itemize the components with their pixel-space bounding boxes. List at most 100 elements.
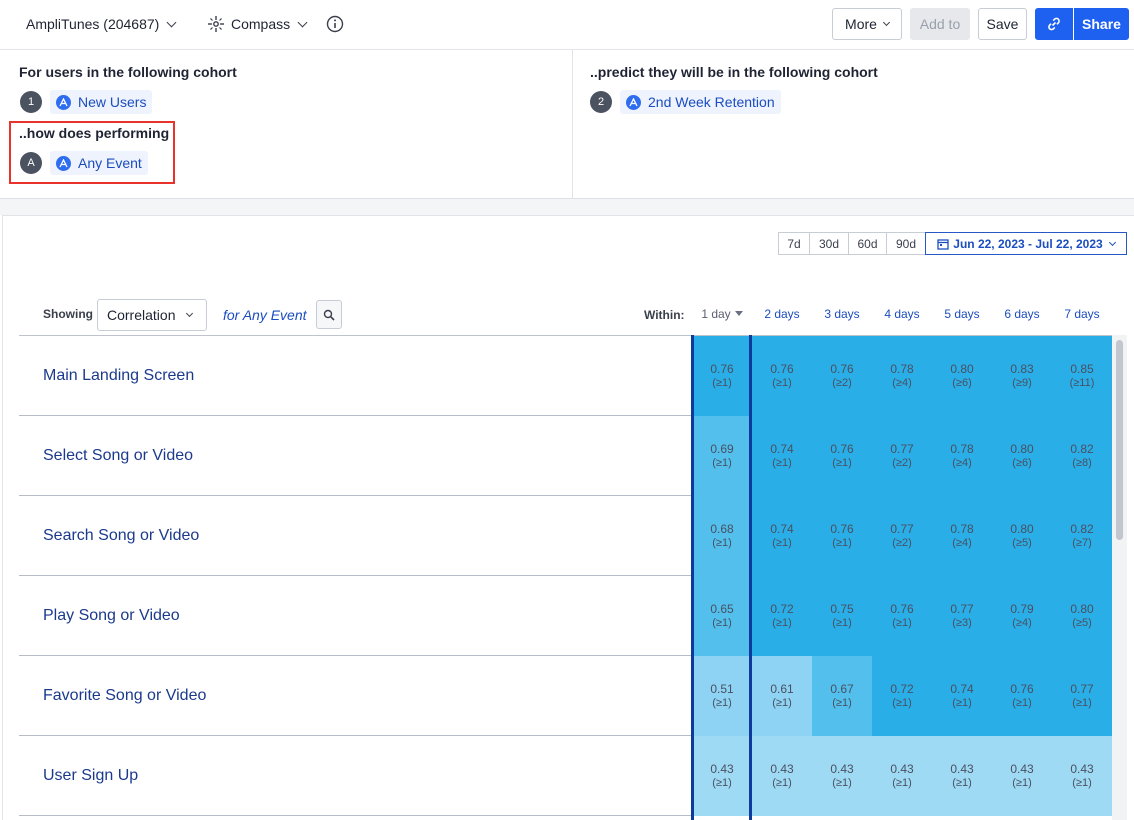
frequency-threshold: (≥1) <box>772 537 792 549</box>
compass-icon <box>208 16 224 32</box>
date-range-label: Jun 22, 2023 - Jul 22, 2023 <box>953 236 1103 251</box>
event-name-label[interactable]: Main Landing Screen <box>43 336 194 416</box>
correlation-cell[interactable]: 0.68 (≥1) <box>692 496 752 576</box>
search-button[interactable] <box>316 300 342 329</box>
share-button[interactable]: Share <box>1074 8 1129 40</box>
correlation-cell[interactable]: 0.51 (≥1) <box>692 656 752 736</box>
correlation-cell[interactable]: 0.79 (≥4) <box>992 576 1052 656</box>
correlation-cell[interactable]: 0.65 (≥1) <box>692 576 752 656</box>
correlation-cell[interactable]: 0.78 (≥4) <box>932 496 992 576</box>
frequency-threshold: (≥1) <box>832 697 852 709</box>
correlation-cell[interactable]: 0.75 (≥1) <box>812 576 872 656</box>
correlation-cell[interactable]: 0.76 (≥1) <box>692 336 752 416</box>
within-day-header[interactable]: 5 days <box>932 307 992 321</box>
correlation-cell[interactable]: 0.82 (≥8) <box>1052 416 1112 496</box>
frequency-threshold: (≥5) <box>1012 537 1032 549</box>
correlation-cell[interactable]: 0.76 (≥1) <box>872 576 932 656</box>
correlation-cell[interactable]: 0.77 (≥2) <box>872 416 932 496</box>
within-day-header[interactable]: 6 days <box>992 307 1052 321</box>
correlation-cell[interactable]: 0.77 (≥3) <box>932 576 992 656</box>
correlation-cell[interactable]: 0.43 (≥1) <box>692 736 752 816</box>
correlation-value: 0.43 <box>1070 762 1094 776</box>
event-name-label[interactable]: Search Song or Video <box>43 496 199 576</box>
correlation-cell[interactable]: 0.74 (≥1) <box>932 656 992 736</box>
correlation-cell[interactable]: 0.78 (≥4) <box>872 336 932 416</box>
table-row[interactable]: User Sign Up 0.43 (≥1) 0.43 (≥1) 0.43 (≥1) 0.43… <box>19 736 1112 816</box>
correlation-cell[interactable]: 0.77 (≥1) <box>1052 656 1112 736</box>
correlation-cell[interactable]: 0.80 (≥6) <box>932 336 992 416</box>
event-name-label[interactable]: Favorite Song or Video <box>43 656 206 736</box>
event-name-label[interactable]: Play Song or Video <box>43 576 180 656</box>
table-row[interactable]: Favorite Song or Video 0.51 (≥1) 0.61 (≥1) 0.… <box>19 656 1112 736</box>
column-separator <box>749 335 752 820</box>
correlation-cell[interactable]: 0.80 (≥5) <box>1052 576 1112 656</box>
within-day-header[interactable]: 7 days <box>1052 307 1112 321</box>
event-name-label[interactable]: Select Song or Video <box>43 416 193 496</box>
correlation-cell[interactable]: 0.83 (≥9) <box>992 336 1052 416</box>
range-30d-button[interactable]: 30d <box>809 232 849 255</box>
within-day-header[interactable]: 1 day <box>692 307 752 321</box>
table-row[interactable]: Play Song or Video 0.65 (≥1) 0.72 (≥1) 0.75 (≥… <box>19 576 1112 656</box>
correlation-cell[interactable]: 0.78 (≥4) <box>932 416 992 496</box>
more-button[interactable]: More <box>832 8 902 40</box>
correlation-value: 0.76 <box>830 522 854 536</box>
new-users-cohort-chip[interactable]: New Users <box>50 90 153 114</box>
correlation-cell[interactable]: 0.82 (≥7) <box>1052 496 1112 576</box>
frequency-threshold: (≥8) <box>1072 457 1092 469</box>
correlation-cell[interactable]: 0.76 (≥1) <box>752 336 812 416</box>
range-60d-button[interactable]: 60d <box>848 232 887 255</box>
scrollbar-thumb[interactable] <box>1116 340 1123 540</box>
correlation-cell[interactable]: 0.43 (≥1) <box>872 736 932 816</box>
copy-link-button[interactable] <box>1035 8 1073 40</box>
correlation-value: 0.80 <box>950 362 974 376</box>
table-row[interactable]: Search Song or Video 0.68 (≥1) 0.74 (≥1) 0.76… <box>19 496 1112 576</box>
correlation-cell[interactable]: 0.76 (≥1) <box>812 416 872 496</box>
save-button[interactable]: Save <box>978 8 1027 40</box>
range-90d-button[interactable]: 90d <box>886 232 926 255</box>
correlation-cell[interactable]: 0.76 (≥1) <box>812 496 872 576</box>
correlation-cell[interactable]: 0.74 (≥1) <box>752 416 812 496</box>
project-selector[interactable]: AmpliTunes (204687) <box>26 13 177 35</box>
correlation-cell[interactable]: 0.43 (≥1) <box>1052 736 1112 816</box>
info-button[interactable] <box>326 13 344 35</box>
correlation-cell[interactable]: 0.43 (≥1) <box>932 736 992 816</box>
frequency-threshold: (≥4) <box>892 377 912 389</box>
correlation-cell[interactable]: 0.69 (≥1) <box>692 416 752 496</box>
correlation-value: 0.77 <box>890 522 914 536</box>
within-day-header[interactable]: 2 days <box>752 307 812 321</box>
frequency-threshold: (≥1) <box>1012 697 1032 709</box>
correlation-cell[interactable]: 0.43 (≥1) <box>752 736 812 816</box>
correlation-cell[interactable]: 0.76 (≥2) <box>812 336 872 416</box>
correlation-cell[interactable]: 0.80 (≥6) <box>992 416 1052 496</box>
metric-select-value: Correlation <box>107 307 176 323</box>
metric-select[interactable]: Correlation <box>97 299 207 331</box>
frequency-threshold: (≥6) <box>1012 457 1032 469</box>
correlation-cell[interactable]: 0.61 (≥1) <box>752 656 812 736</box>
cohort-number-badge: 2 <box>590 91 612 113</box>
more-label: More <box>845 16 877 32</box>
add-to-button[interactable]: Add to <box>910 8 970 40</box>
correlation-cell[interactable]: 0.43 (≥1) <box>812 736 872 816</box>
correlation-cell[interactable]: 0.76 (≥1) <box>992 656 1052 736</box>
correlation-cell[interactable]: 0.67 (≥1) <box>812 656 872 736</box>
retention-cohort-chip[interactable]: 2nd Week Retention <box>620 90 781 114</box>
correlation-value: 0.76 <box>890 602 914 616</box>
chart-type-selector[interactable]: Compass <box>207 13 308 35</box>
range-7d-button[interactable]: 7d <box>778 232 810 255</box>
save-label: Save <box>986 16 1019 32</box>
correlation-cell[interactable]: 0.85 (≥11) <box>1052 336 1112 416</box>
chevron-down-icon <box>186 309 194 318</box>
within-day-header[interactable]: 3 days <box>812 307 872 321</box>
event-name-label[interactable]: User Sign Up <box>43 736 138 816</box>
date-range-picker[interactable]: Jun 22, 2023 - Jul 22, 2023 <box>925 232 1127 255</box>
correlation-cell[interactable]: 0.43 (≥1) <box>992 736 1052 816</box>
table-row[interactable]: Select Song or Video 0.69 (≥1) 0.74 (≥1) 0.76… <box>19 416 1112 496</box>
correlation-cell[interactable]: 0.77 (≥2) <box>872 496 932 576</box>
correlation-cell[interactable]: 0.72 (≥1) <box>752 576 812 656</box>
correlation-cell[interactable]: 0.72 (≥1) <box>872 656 932 736</box>
correlation-cell[interactable]: 0.74 (≥1) <box>752 496 812 576</box>
within-day-header[interactable]: 4 days <box>872 307 932 321</box>
correlation-value: 0.43 <box>710 762 734 776</box>
table-row[interactable]: Main Landing Screen 0.76 (≥1) 0.76 (≥1) 0.76(… <box>19 336 1112 416</box>
correlation-cell[interactable]: 0.80 (≥5) <box>992 496 1052 576</box>
